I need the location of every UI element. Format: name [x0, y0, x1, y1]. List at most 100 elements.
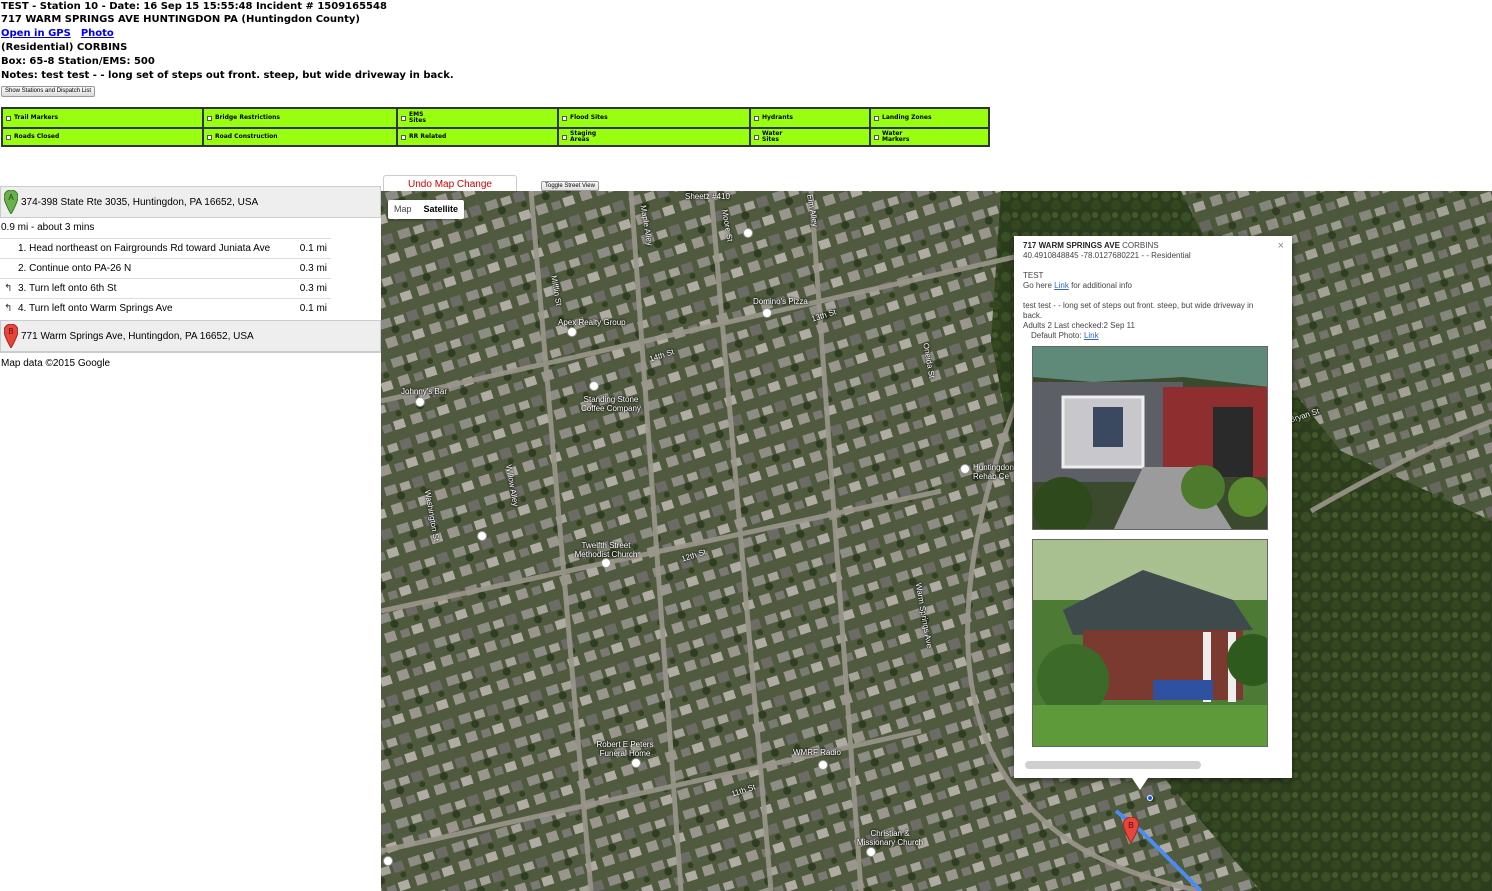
poi-icon[interactable]: [567, 327, 577, 337]
layer-flood-sites[interactable]: Flood Sites: [559, 109, 749, 127]
layer-rr-related[interactable]: RR Related: [398, 129, 557, 145]
layer-checkbox[interactable]: [562, 115, 567, 121]
layer-roads-closed[interactable]: Roads Closed: [3, 129, 202, 145]
close-icon[interactable]: ×: [1278, 240, 1284, 252]
map-type-map-button[interactable]: Map: [388, 200, 418, 219]
map-data-attribution: Map data ©2015 Google: [0, 352, 381, 372]
layer-road-construction[interactable]: Road Construction: [204, 129, 396, 145]
layer-checkbox[interactable]: [754, 134, 759, 140]
poi-icon[interactable]: [601, 558, 611, 568]
show-stations-button[interactable]: Show Stations and Dispatch List: [1, 86, 96, 97]
house-photo-2[interactable]: [1032, 539, 1268, 747]
undo-map-change-button[interactable]: Undo Map Change: [383, 175, 517, 191]
location-dot: [1147, 795, 1153, 801]
go-here-text: Go here: [1023, 281, 1052, 290]
layer-label: Trail Markers: [14, 114, 59, 121]
default-photo-label: Default Photo:: [1031, 331, 1082, 340]
poi-icon[interactable]: [743, 228, 753, 238]
photo-link[interactable]: Photo: [81, 28, 114, 39]
layer-bridge-restrictions[interactable]: Bridge Restrictions: [204, 109, 396, 127]
map-label: Twelfth Street Methodist Church: [574, 541, 638, 559]
direction-step[interactable]: ↰ 3. Turn left onto 6th St 0.3 mi: [0, 278, 331, 298]
house-photo-1[interactable]: [1032, 346, 1268, 530]
layer-checkbox[interactable]: [207, 115, 212, 121]
direction-step[interactable]: 1. Head northeast on Fairgrounds Rd towa…: [0, 238, 331, 258]
info-window-scrollbar[interactable]: [1025, 761, 1201, 769]
layer-label: Roads Closed: [14, 133, 60, 140]
step-number: 2.: [18, 263, 27, 274]
go-here-suffix: for additional info: [1071, 281, 1132, 290]
layer-checkbox[interactable]: [401, 115, 406, 121]
info-content: 717 WARM SPRINGS AVE CORBINS 40.49108488…: [1023, 241, 1268, 341]
layer-checkbox[interactable]: [874, 134, 879, 140]
box-line: Box: 65-8 Station/EMS: 500: [1, 56, 155, 67]
open-in-gps-link[interactable]: Open in GPS: [1, 28, 71, 39]
layer-toggle-grid: Trail Markers Bridge Restrictions EMS Si…: [1, 107, 990, 147]
poi-icon[interactable]: [415, 397, 425, 407]
layer-checkbox[interactable]: [6, 134, 11, 140]
additional-info-link[interactable]: Link: [1054, 281, 1069, 290]
notes-line: Notes: test test - - long set of steps o…: [1, 70, 454, 81]
toggle-street-view-button[interactable]: Toggle Street View: [541, 181, 599, 191]
info-adults: Adults 2 Last checked:2 Sep 11: [1023, 321, 1135, 330]
poi-icon[interactable]: [589, 381, 599, 391]
step-number: 4.: [18, 303, 27, 314]
info-go-here: Go here Link for additional info: [1023, 281, 1268, 291]
layer-checkbox[interactable]: [401, 134, 406, 140]
step-distance: 0.3 mi: [299, 283, 327, 294]
step-text: 2. Continue onto PA-26 N: [18, 259, 131, 279]
start-waypoint[interactable]: A 374-398 State Rte 3035, Huntingdon, PA…: [0, 186, 381, 218]
layer-water-sites[interactable]: Water Sites: [751, 129, 869, 145]
marker-b-map-icon[interactable]: B: [1123, 817, 1139, 843]
layer-staging-areas[interactable]: Staging Areas: [559, 129, 749, 145]
poi-icon[interactable]: [631, 758, 641, 768]
layer-checkbox[interactable]: [207, 134, 212, 140]
poi-icon[interactable]: [960, 464, 970, 474]
poi-icon[interactable]: [383, 856, 393, 866]
incident-title: TEST - Station 10 - Date: 16 Sep 15 15:5…: [1, 1, 387, 12]
layer-trail-markers[interactable]: Trail Markers: [3, 109, 202, 127]
layer-ems-sites[interactable]: EMS Sites: [398, 109, 557, 127]
map-label: WMRF Radio: [793, 748, 842, 757]
route-summary: 0.9 mi - about 3 mins: [1, 222, 95, 233]
layer-label: EMS Sites: [409, 111, 426, 124]
marker-b-icon: B: [4, 324, 18, 348]
step-text: 4. Turn left onto Warm Springs Ave: [18, 299, 173, 319]
house-photo-2-image: [1033, 540, 1267, 746]
layer-landing-zones[interactable]: Landing Zones: [871, 109, 988, 127]
poi-icon[interactable]: [762, 308, 772, 318]
map-label: Johnny's Bar: [401, 387, 447, 396]
direction-step[interactable]: ↰ 4. Turn left onto Warm Springs Ave 0.1…: [0, 298, 331, 318]
svg-text:B: B: [8, 327, 13, 336]
layer-label: Landing Zones: [882, 114, 932, 121]
layer-checkbox[interactable]: [562, 134, 567, 140]
layer-label: Water Sites: [762, 130, 783, 143]
direction-step[interactable]: 2. Continue onto PA-26 N 0.3 mi: [0, 258, 331, 278]
poi-icon[interactable]: [818, 760, 828, 770]
info-test: TEST: [1023, 271, 1044, 280]
poi-icon[interactable]: [866, 847, 876, 857]
default-photo-link[interactable]: Link: [1084, 331, 1099, 340]
svg-text:A: A: [8, 193, 14, 202]
layer-hydrants[interactable]: Hydrants: [751, 109, 869, 127]
layer-label: Hydrants: [762, 114, 793, 121]
incident-address: 717 WARM SPRINGS AVE HUNTINGDON PA (Hunt…: [1, 14, 361, 25]
map-type-satellite-button[interactable]: Satellite: [418, 200, 465, 219]
step-text: 1. Head northeast on Fairgrounds Rd towa…: [18, 239, 270, 259]
turn-left-icon: ↰: [4, 283, 13, 294]
directions-panel: A 374-398 State Rte 3035, Huntingdon, PA…: [0, 186, 381, 372]
step-distance: 0.1 mi: [299, 243, 327, 254]
poi-icon[interactable]: [477, 531, 487, 541]
house-photo-1-image: [1033, 347, 1267, 529]
layer-checkbox[interactable]: [6, 115, 11, 121]
map-type-control: Map Satellite: [388, 200, 465, 219]
end-waypoint[interactable]: B 771 Warm Springs Ave, Huntingdon, PA 1…: [0, 320, 381, 352]
info-default-photo: Default Photo: Link: [1023, 331, 1268, 341]
incident-links: Open in GPS Photo: [1, 28, 124, 40]
step-distance: 0.3 mi: [299, 263, 327, 274]
layer-water-markers[interactable]: Water Markers: [871, 129, 988, 145]
layer-checkbox[interactable]: [874, 115, 879, 121]
satellite-map[interactable]: Sheetz #410 Mifflin St Moore St Elm Alle…: [381, 191, 1492, 891]
step-number: 1.: [18, 243, 27, 254]
layer-checkbox[interactable]: [754, 115, 759, 121]
